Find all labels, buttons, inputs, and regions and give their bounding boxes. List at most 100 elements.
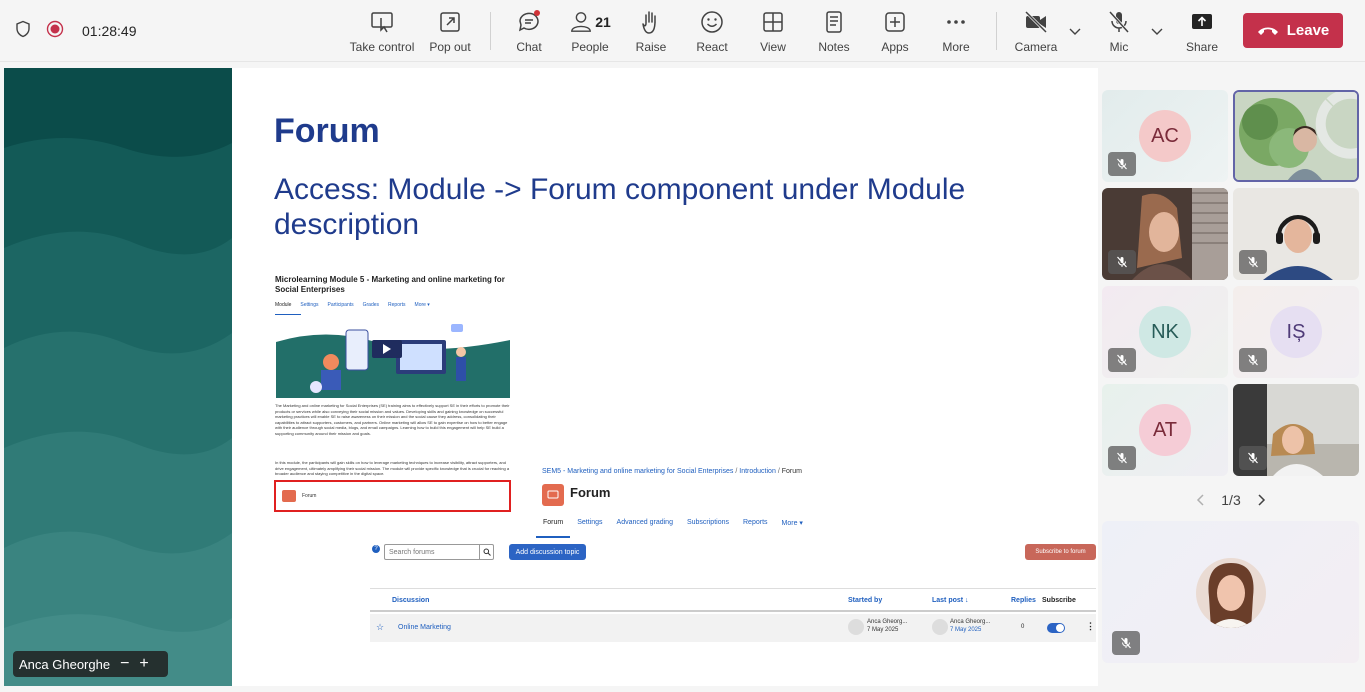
shield-icon: [14, 20, 32, 43]
react-button[interactable]: React: [682, 8, 742, 56]
tab-settings[interactable]: Settings: [300, 302, 318, 308]
participant-tile-video-2[interactable]: [1102, 188, 1228, 280]
mic-muted-icon: [1108, 250, 1136, 274]
mic-muted-icon: [1108, 152, 1136, 176]
add-discussion-topic-button[interactable]: Add discussion topic: [509, 544, 586, 560]
search-icon[interactable]: [479, 545, 493, 559]
react-label: React: [696, 40, 728, 54]
tab-forum[interactable]: Forum: [543, 519, 563, 527]
forum-page-icon: [542, 484, 564, 506]
breadcrumb-current: Forum: [781, 468, 802, 475]
started-by-date: 7 May 2025: [867, 627, 899, 633]
previous-page-icon[interactable]: [1195, 493, 1207, 507]
smile-icon: [701, 11, 723, 33]
tab-reports[interactable]: Reports: [743, 519, 768, 527]
breadcrumb-course[interactable]: SEM5 - Marketing and online marketing fo…: [542, 468, 733, 475]
hang-up-icon: [1257, 27, 1278, 35]
breadcrumb-section[interactable]: Introduction: [739, 468, 776, 475]
tab-advanced-grading[interactable]: Advanced grading: [617, 519, 673, 527]
chat-label: Chat: [516, 40, 542, 54]
help-icon[interactable]: ?: [372, 545, 380, 553]
col-last-post[interactable]: Last post ↓: [932, 597, 969, 604]
camera-off-icon: [1024, 10, 1048, 34]
chat-icon: [518, 10, 540, 32]
apps-button[interactable]: Apps: [865, 8, 925, 56]
participant-tile-video-3[interactable]: [1233, 188, 1359, 280]
col-replies[interactable]: Replies: [1011, 597, 1036, 604]
share-button[interactable]: Share: [1172, 8, 1232, 56]
leave-button[interactable]: Leave: [1243, 13, 1343, 48]
chat-button[interactable]: Chat: [499, 8, 559, 56]
take-control-button[interactable]: Take control: [350, 8, 414, 56]
pop-out-icon: [440, 12, 460, 32]
view-label: View: [760, 40, 786, 54]
notes-label: Notes: [818, 40, 850, 54]
forum-icon: [282, 490, 296, 502]
notes-button[interactable]: Notes: [804, 8, 864, 56]
participant-tile-nk[interactable]: NK: [1102, 286, 1228, 378]
row-actions-icon[interactable]: ⋮: [1086, 621, 1095, 632]
self-video-tile[interactable]: [1102, 521, 1359, 663]
presenter-name-tag: Anca Gheorghe − +: [13, 651, 168, 677]
camera-options-chevron-icon[interactable]: [1068, 24, 1082, 38]
zoom-in-icon[interactable]: +: [139, 655, 148, 673]
more-button[interactable]: More: [926, 8, 986, 56]
participant-tile-is[interactable]: IȘ: [1233, 286, 1359, 378]
tab-subscriptions[interactable]: Subscriptions: [687, 519, 729, 527]
module-tabs: Module Settings Participants Grades Reports M…: [275, 302, 515, 308]
avatar: NK: [1139, 306, 1191, 358]
forum-page-screenshot: SEM5 - Marketing and online marketing fo…: [360, 460, 1096, 646]
avatar: AC: [1139, 110, 1191, 162]
recording-icon: [46, 20, 64, 43]
avatar-initials: AC: [1151, 124, 1179, 147]
toolbar-divider: [996, 12, 997, 50]
camera-button[interactable]: Camera: [1006, 8, 1066, 56]
share-label: Share: [1185, 40, 1219, 54]
more-dots-icon: [947, 20, 965, 24]
tab-more[interactable]: More ▾: [782, 519, 803, 527]
gallery-pager: 1/3: [1195, 490, 1267, 510]
module-description: The Marketing and online marketing for S…: [275, 403, 510, 436]
active-tab-underline: [275, 314, 301, 315]
subscribe-toggle[interactable]: [1047, 623, 1065, 633]
discussion-link[interactable]: Online Marketing: [398, 624, 451, 631]
tab-participants[interactable]: Participants: [327, 302, 353, 308]
tab-module[interactable]: Module: [275, 302, 291, 308]
slide-subtitle: Access: Module -> Forum component under …: [274, 173, 966, 241]
slide-title: Forum: [274, 112, 380, 150]
tab-reports[interactable]: Reports: [388, 302, 406, 308]
search-forums-input[interactable]: Search forums: [384, 544, 494, 560]
tab-settings[interactable]: Settings: [577, 519, 602, 527]
people-label: People: [571, 40, 609, 54]
participant-tile-video-1[interactable]: [1233, 90, 1359, 182]
participant-tile-at[interactable]: AT: [1102, 384, 1228, 476]
mic-muted-icon: [1108, 446, 1136, 470]
people-button[interactable]: 21 People: [560, 8, 620, 56]
view-button[interactable]: View: [743, 8, 803, 56]
participant-tile-ac[interactable]: AC: [1102, 90, 1228, 182]
mic-muted-icon: [1239, 348, 1267, 372]
mic-button[interactable]: Mic: [1089, 8, 1149, 56]
mic-options-chevron-icon[interactable]: [1150, 24, 1164, 38]
tab-grades[interactable]: Grades: [363, 302, 379, 308]
tab-more[interactable]: More ▾: [415, 302, 430, 308]
col-started-by[interactable]: Started by: [848, 597, 882, 604]
more-label: More: [942, 40, 970, 54]
forum-link-label: Forum: [302, 493, 317, 499]
subscribe-to-forum-button[interactable]: Subscribe to forum: [1025, 544, 1096, 560]
next-page-icon[interactable]: [1255, 493, 1267, 507]
mic-off-icon: [1108, 10, 1130, 34]
avatar-initials: NK: [1151, 320, 1179, 343]
col-discussion[interactable]: Discussion: [392, 597, 429, 604]
presenter-name: Anca Gheorghe: [19, 656, 111, 672]
mic-muted-icon: [1239, 446, 1267, 470]
star-icon[interactable]: ☆: [376, 622, 384, 633]
raise-hand-button[interactable]: Raise: [621, 8, 681, 56]
started-by-name[interactable]: Anca Gheorg...: [867, 619, 907, 625]
last-post-name[interactable]: Anca Gheorg...: [950, 619, 990, 625]
pop-out-button[interactable]: Pop out: [420, 8, 480, 56]
share-icon: [1192, 14, 1212, 29]
participant-tile-video-4[interactable]: [1233, 384, 1359, 476]
last-post-date[interactable]: 7 May 2025: [950, 627, 981, 633]
zoom-out-icon[interactable]: −: [120, 655, 129, 673]
